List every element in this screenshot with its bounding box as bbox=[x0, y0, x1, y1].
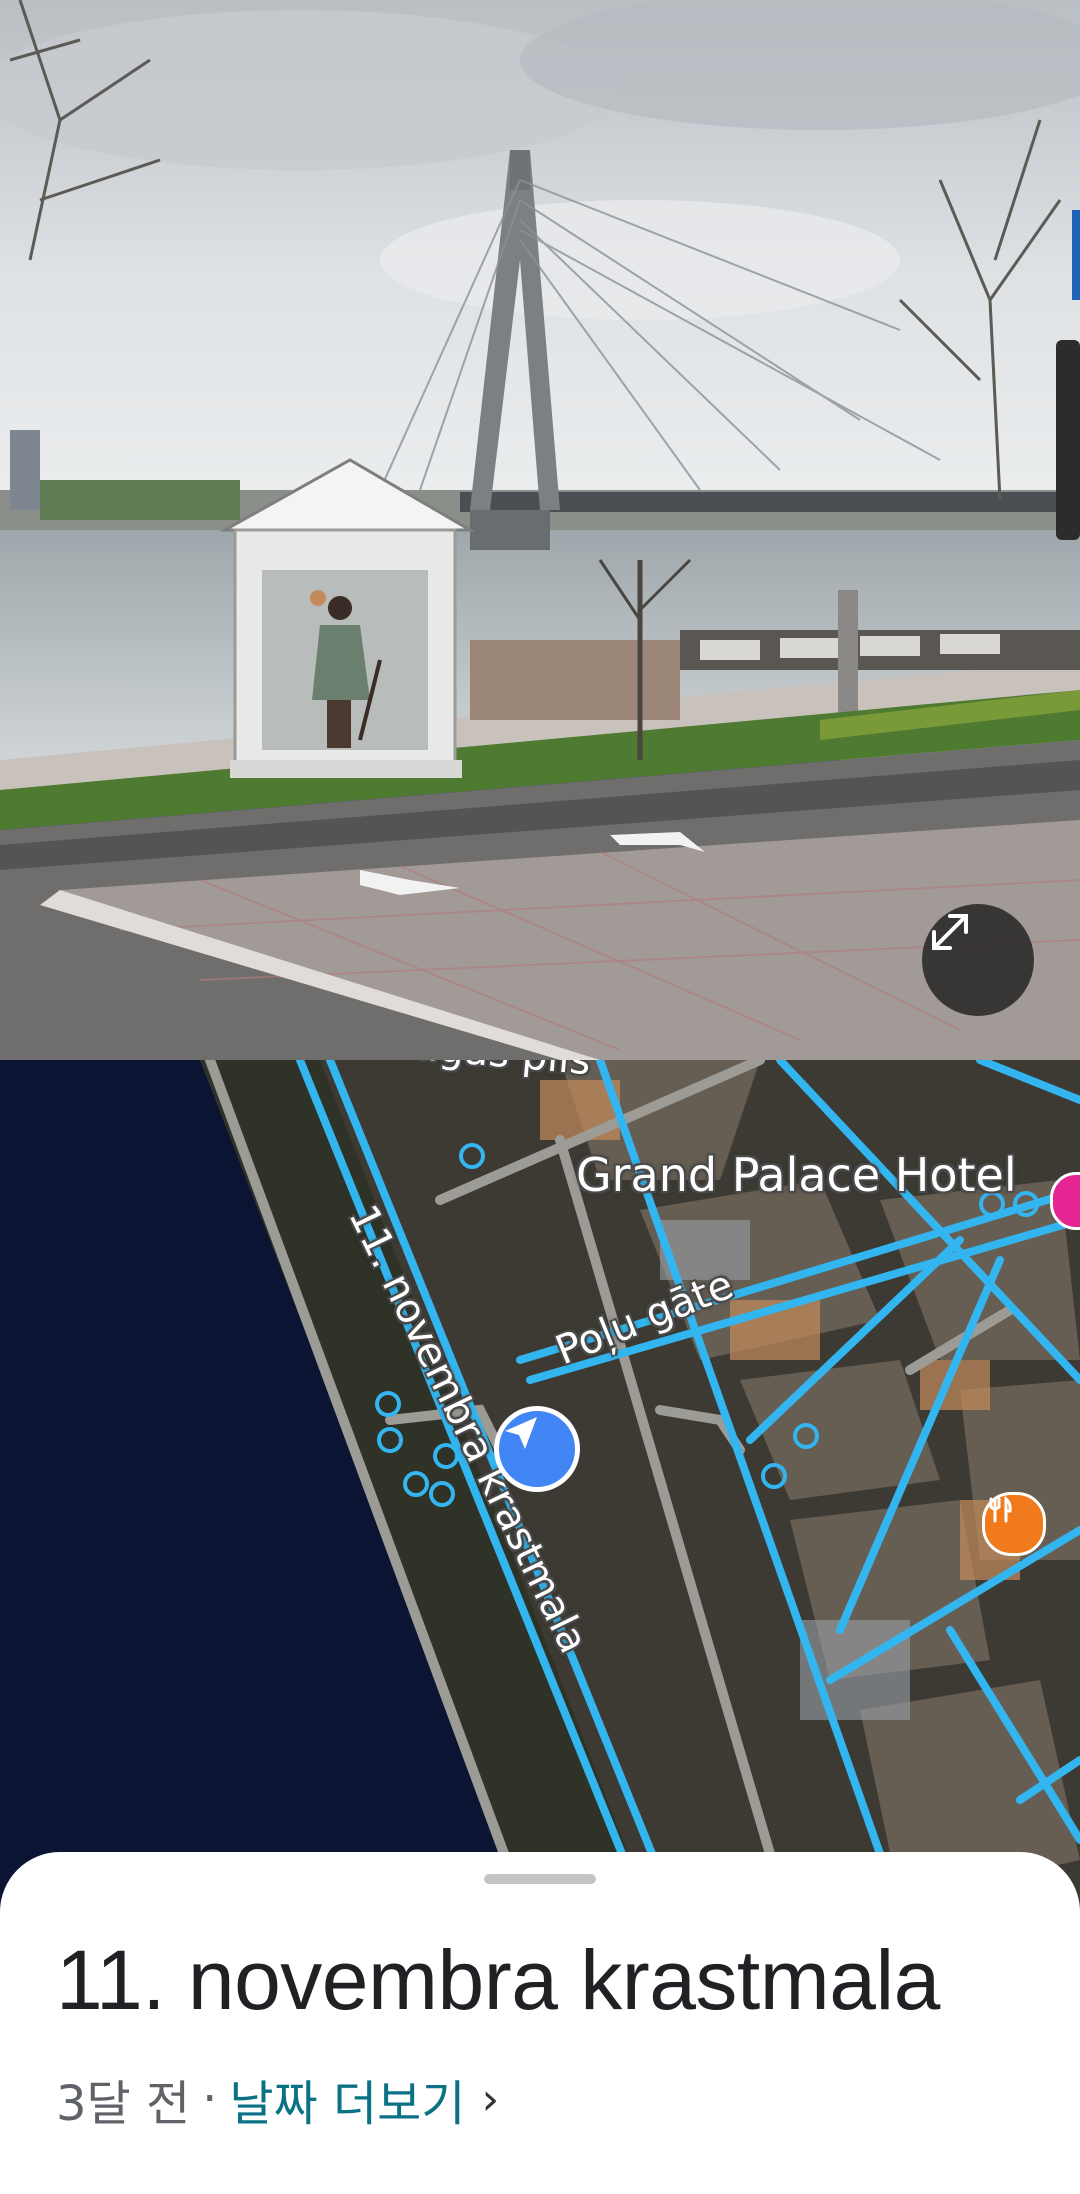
expand-button[interactable] bbox=[922, 904, 1034, 1016]
chevron-right-icon[interactable]: › bbox=[481, 2074, 499, 2125]
location-arrow-glyph bbox=[505, 1417, 537, 1449]
capture-date-row: 3달 전 · 날짜 더보기 › bbox=[56, 2064, 499, 2134]
bottom-sheet[interactable]: 11. novembra krastmala 3달 전 · 날짜 더보기 › bbox=[0, 1852, 1080, 2194]
sheet-drag-handle[interactable] bbox=[484, 1874, 596, 1884]
fork-knife-glyph bbox=[989, 1495, 1012, 1523]
place-title: 11. novembra krastmala bbox=[56, 1933, 940, 2027]
map-label-hotel[interactable]: Grand Palace Hotel bbox=[576, 1148, 1017, 1202]
separator-dot: · bbox=[202, 2071, 218, 2127]
restaurant-icon[interactable] bbox=[982, 1492, 1046, 1556]
capture-date: 3달 전 bbox=[56, 2076, 191, 2132]
street-view-scene bbox=[0, 0, 1080, 1060]
navigation-arrow-icon[interactable] bbox=[494, 1406, 580, 1492]
more-dates-link[interactable]: 날짜 더보기 bbox=[229, 2064, 465, 2134]
fullscreen-expand-icon bbox=[932, 914, 968, 950]
street-view-image[interactable] bbox=[0, 0, 1080, 1060]
